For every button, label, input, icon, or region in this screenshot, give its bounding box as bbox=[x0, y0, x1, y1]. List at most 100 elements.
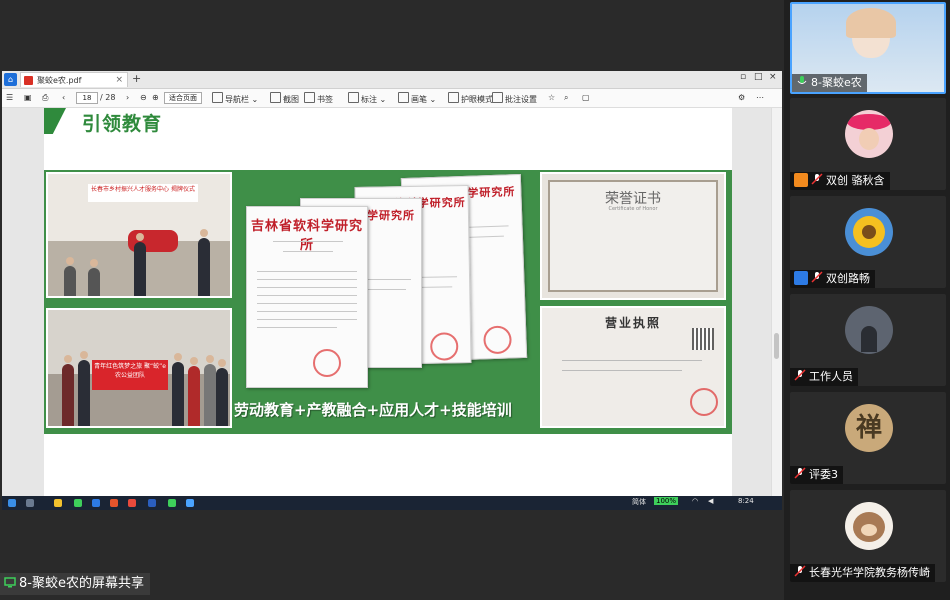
mic-muted-icon bbox=[794, 369, 806, 381]
shared-screen: ⌂ 聚蛟e农.pdf × + ▫ □ × ☰ ▣ ⎙ ‹ 18 / 28 › ⊖… bbox=[0, 0, 784, 600]
business-license: 营业执照 bbox=[540, 306, 726, 428]
settings-icon[interactable]: ⚙ bbox=[738, 92, 745, 104]
participant-tile[interactable]: 8-聚蛟e农 bbox=[790, 2, 946, 94]
batch-settings-button[interactable]: 批注设置 bbox=[492, 92, 537, 106]
star-icon[interactable]: ☆ bbox=[548, 92, 555, 104]
participant-name: 双创 骆秋含 bbox=[790, 172, 890, 190]
ceremony-banner: 长春市乡村振兴人才服务中心 揭牌仪式 bbox=[88, 184, 198, 202]
avatar bbox=[845, 208, 893, 256]
sidebar-button[interactable]: 导航栏 ⌄ bbox=[212, 92, 258, 106]
screen-share-label: 8-聚蛟e农的屏幕共享 bbox=[0, 573, 150, 595]
app-icon[interactable] bbox=[128, 499, 136, 507]
avatar bbox=[845, 110, 893, 158]
photo-ceremony: 长春市乡村振兴人才服务中心 揭牌仪式 bbox=[46, 172, 232, 298]
pdf-file-icon bbox=[24, 76, 33, 85]
volume-icon[interactable]: ◀ bbox=[708, 497, 713, 505]
bookmark-icon bbox=[304, 92, 315, 103]
honor-certificate: 荣誉证书 Certificate of Honor bbox=[540, 172, 726, 300]
tab-bar: ⌂ 聚蛟e农.pdf × + ▫ □ × bbox=[2, 71, 782, 89]
participant-name: 8-聚蛟e农 bbox=[792, 74, 867, 92]
close-tab-icon[interactable]: × bbox=[115, 73, 123, 88]
zoom-select[interactable]: 适合页面 bbox=[164, 92, 202, 104]
participant-list: 8-聚蛟e农 双创 骆秋含 双创路畅 工作人员 禅 评委3 长春光华学院教务杨传… bbox=[786, 0, 950, 600]
save-icon[interactable]: ▣ bbox=[24, 92, 32, 104]
wechat-icon[interactable] bbox=[168, 499, 176, 507]
home-icon[interactable]: ⌂ bbox=[4, 73, 17, 86]
eye-icon bbox=[448, 92, 459, 103]
avatar bbox=[845, 306, 893, 354]
participant-name: 双创路畅 bbox=[790, 270, 875, 288]
zoom-out-icon[interactable]: ⊖ bbox=[140, 92, 147, 104]
restore-icon[interactable]: ▫ bbox=[740, 72, 746, 82]
taskbar: 简体 100% ◠ ◀ 8:24 bbox=[2, 496, 782, 510]
participant-tile[interactable]: 双创路畅 bbox=[790, 196, 946, 288]
mic-muted-icon bbox=[811, 271, 823, 283]
screenshot-button[interactable]: 截图 bbox=[270, 92, 299, 106]
slide-page: 引领教育 长春市乡村振兴人才服务中心 揭牌仪式 青年红色筑梦之旅 聚“蛟”e农公… bbox=[44, 108, 732, 496]
prev-page-icon[interactable]: ‹ bbox=[62, 92, 65, 104]
clock[interactable]: 8:24 bbox=[738, 497, 754, 505]
word-icon[interactable] bbox=[148, 499, 156, 507]
input-method[interactable]: 简体 bbox=[632, 497, 646, 507]
file-menu-icon[interactable]: ☰ bbox=[6, 92, 13, 104]
red-seal bbox=[313, 349, 341, 377]
scissors-icon bbox=[270, 92, 281, 103]
bookmark-button[interactable]: 书签 bbox=[304, 92, 333, 106]
gear-icon bbox=[492, 92, 503, 103]
tab-document[interactable]: 聚蛟e农.pdf × bbox=[20, 72, 128, 87]
zoom-in-icon[interactable]: ⊕ bbox=[152, 92, 159, 104]
mic-on-icon bbox=[797, 76, 807, 84]
mic-muted-icon bbox=[794, 565, 806, 577]
user-icon bbox=[794, 173, 808, 187]
app-icon[interactable] bbox=[110, 499, 118, 507]
participant-tile[interactable]: 禅 评委3 bbox=[790, 392, 946, 484]
annotate-button[interactable]: 标注 ⌄ bbox=[348, 92, 386, 106]
battery-indicator[interactable]: 100% bbox=[654, 497, 679, 505]
participant-name: 评委3 bbox=[790, 466, 843, 484]
app-icon[interactable] bbox=[92, 499, 100, 507]
maximize-icon[interactable]: □ bbox=[754, 72, 763, 82]
more-icon[interactable]: ⋯ bbox=[756, 92, 764, 104]
toolbar: ☰ ▣ ⎙ ‹ 18 / 28 › ⊖ ⊕ 适合页面 导航栏 ⌄ 截图 书签 标… bbox=[2, 89, 782, 108]
team-banner: 青年红色筑梦之旅 聚“蛟”e农公益团队 bbox=[92, 360, 168, 390]
print-icon[interactable]: ⎙ bbox=[42, 92, 48, 104]
mic-muted-icon bbox=[811, 173, 823, 185]
document-area[interactable]: 引领教育 长春市乡村振兴人才服务中心 揭牌仪式 青年红色筑梦之旅 聚“蛟”e农公… bbox=[2, 108, 772, 496]
start-icon[interactable] bbox=[8, 499, 16, 507]
avatar: 禅 bbox=[845, 404, 893, 452]
eye-care-button[interactable]: 护眼模式 bbox=[448, 92, 493, 106]
pen-icon bbox=[398, 92, 409, 103]
search-icon[interactable]: ⌕ bbox=[564, 92, 568, 104]
new-tab-icon[interactable]: + bbox=[132, 72, 141, 85]
app-icon[interactable] bbox=[74, 499, 82, 507]
sidebar-icon bbox=[212, 92, 223, 103]
highlighter-icon bbox=[348, 92, 359, 103]
document-header: 吉林省软科学研究所 bbox=[250, 219, 363, 253]
page-total: / 28 bbox=[100, 93, 116, 102]
screen-share-icon bbox=[4, 577, 16, 588]
vertical-scrollbar[interactable] bbox=[771, 108, 782, 496]
avatar bbox=[845, 502, 893, 550]
participant-tile[interactable]: 双创 骆秋含 bbox=[790, 98, 946, 190]
participant-tile[interactable]: 长春光华学院教务杨传崎 bbox=[790, 490, 946, 582]
wifi-icon[interactable]: ◠ bbox=[692, 497, 698, 505]
mic-muted-icon bbox=[794, 467, 806, 479]
document-sheet-front: 吉林省软科学研究所 bbox=[246, 206, 368, 388]
participant-name: 长春光华学院教务杨传崎 bbox=[790, 564, 935, 582]
search-icon[interactable] bbox=[26, 499, 34, 507]
page-number-input[interactable]: 18 bbox=[76, 92, 98, 104]
scroll-thumb[interactable] bbox=[774, 333, 779, 359]
close-window-icon[interactable]: × bbox=[769, 72, 777, 82]
participant-tile[interactable]: 工作人员 bbox=[790, 294, 946, 386]
draw-button[interactable]: 画笔 ⌄ bbox=[398, 92, 436, 106]
participant-name: 工作人员 bbox=[790, 368, 858, 386]
next-page-icon[interactable]: › bbox=[126, 92, 129, 104]
app-icon[interactable] bbox=[54, 499, 62, 507]
certificate-subtitle: Certificate of Honor bbox=[608, 206, 658, 212]
meeting-icon[interactable] bbox=[186, 499, 194, 507]
title-accent-bar bbox=[44, 108, 66, 134]
fullscreen-icon[interactable]: ▢ bbox=[582, 92, 590, 104]
photo-group: 青年红色筑梦之旅 聚“蛟”e农公益团队 bbox=[46, 308, 232, 428]
slide-slogan: 劳动教育+产教融合+应用人才+技能培训 bbox=[234, 401, 512, 419]
slide-title: 引领教育 bbox=[82, 113, 163, 135]
